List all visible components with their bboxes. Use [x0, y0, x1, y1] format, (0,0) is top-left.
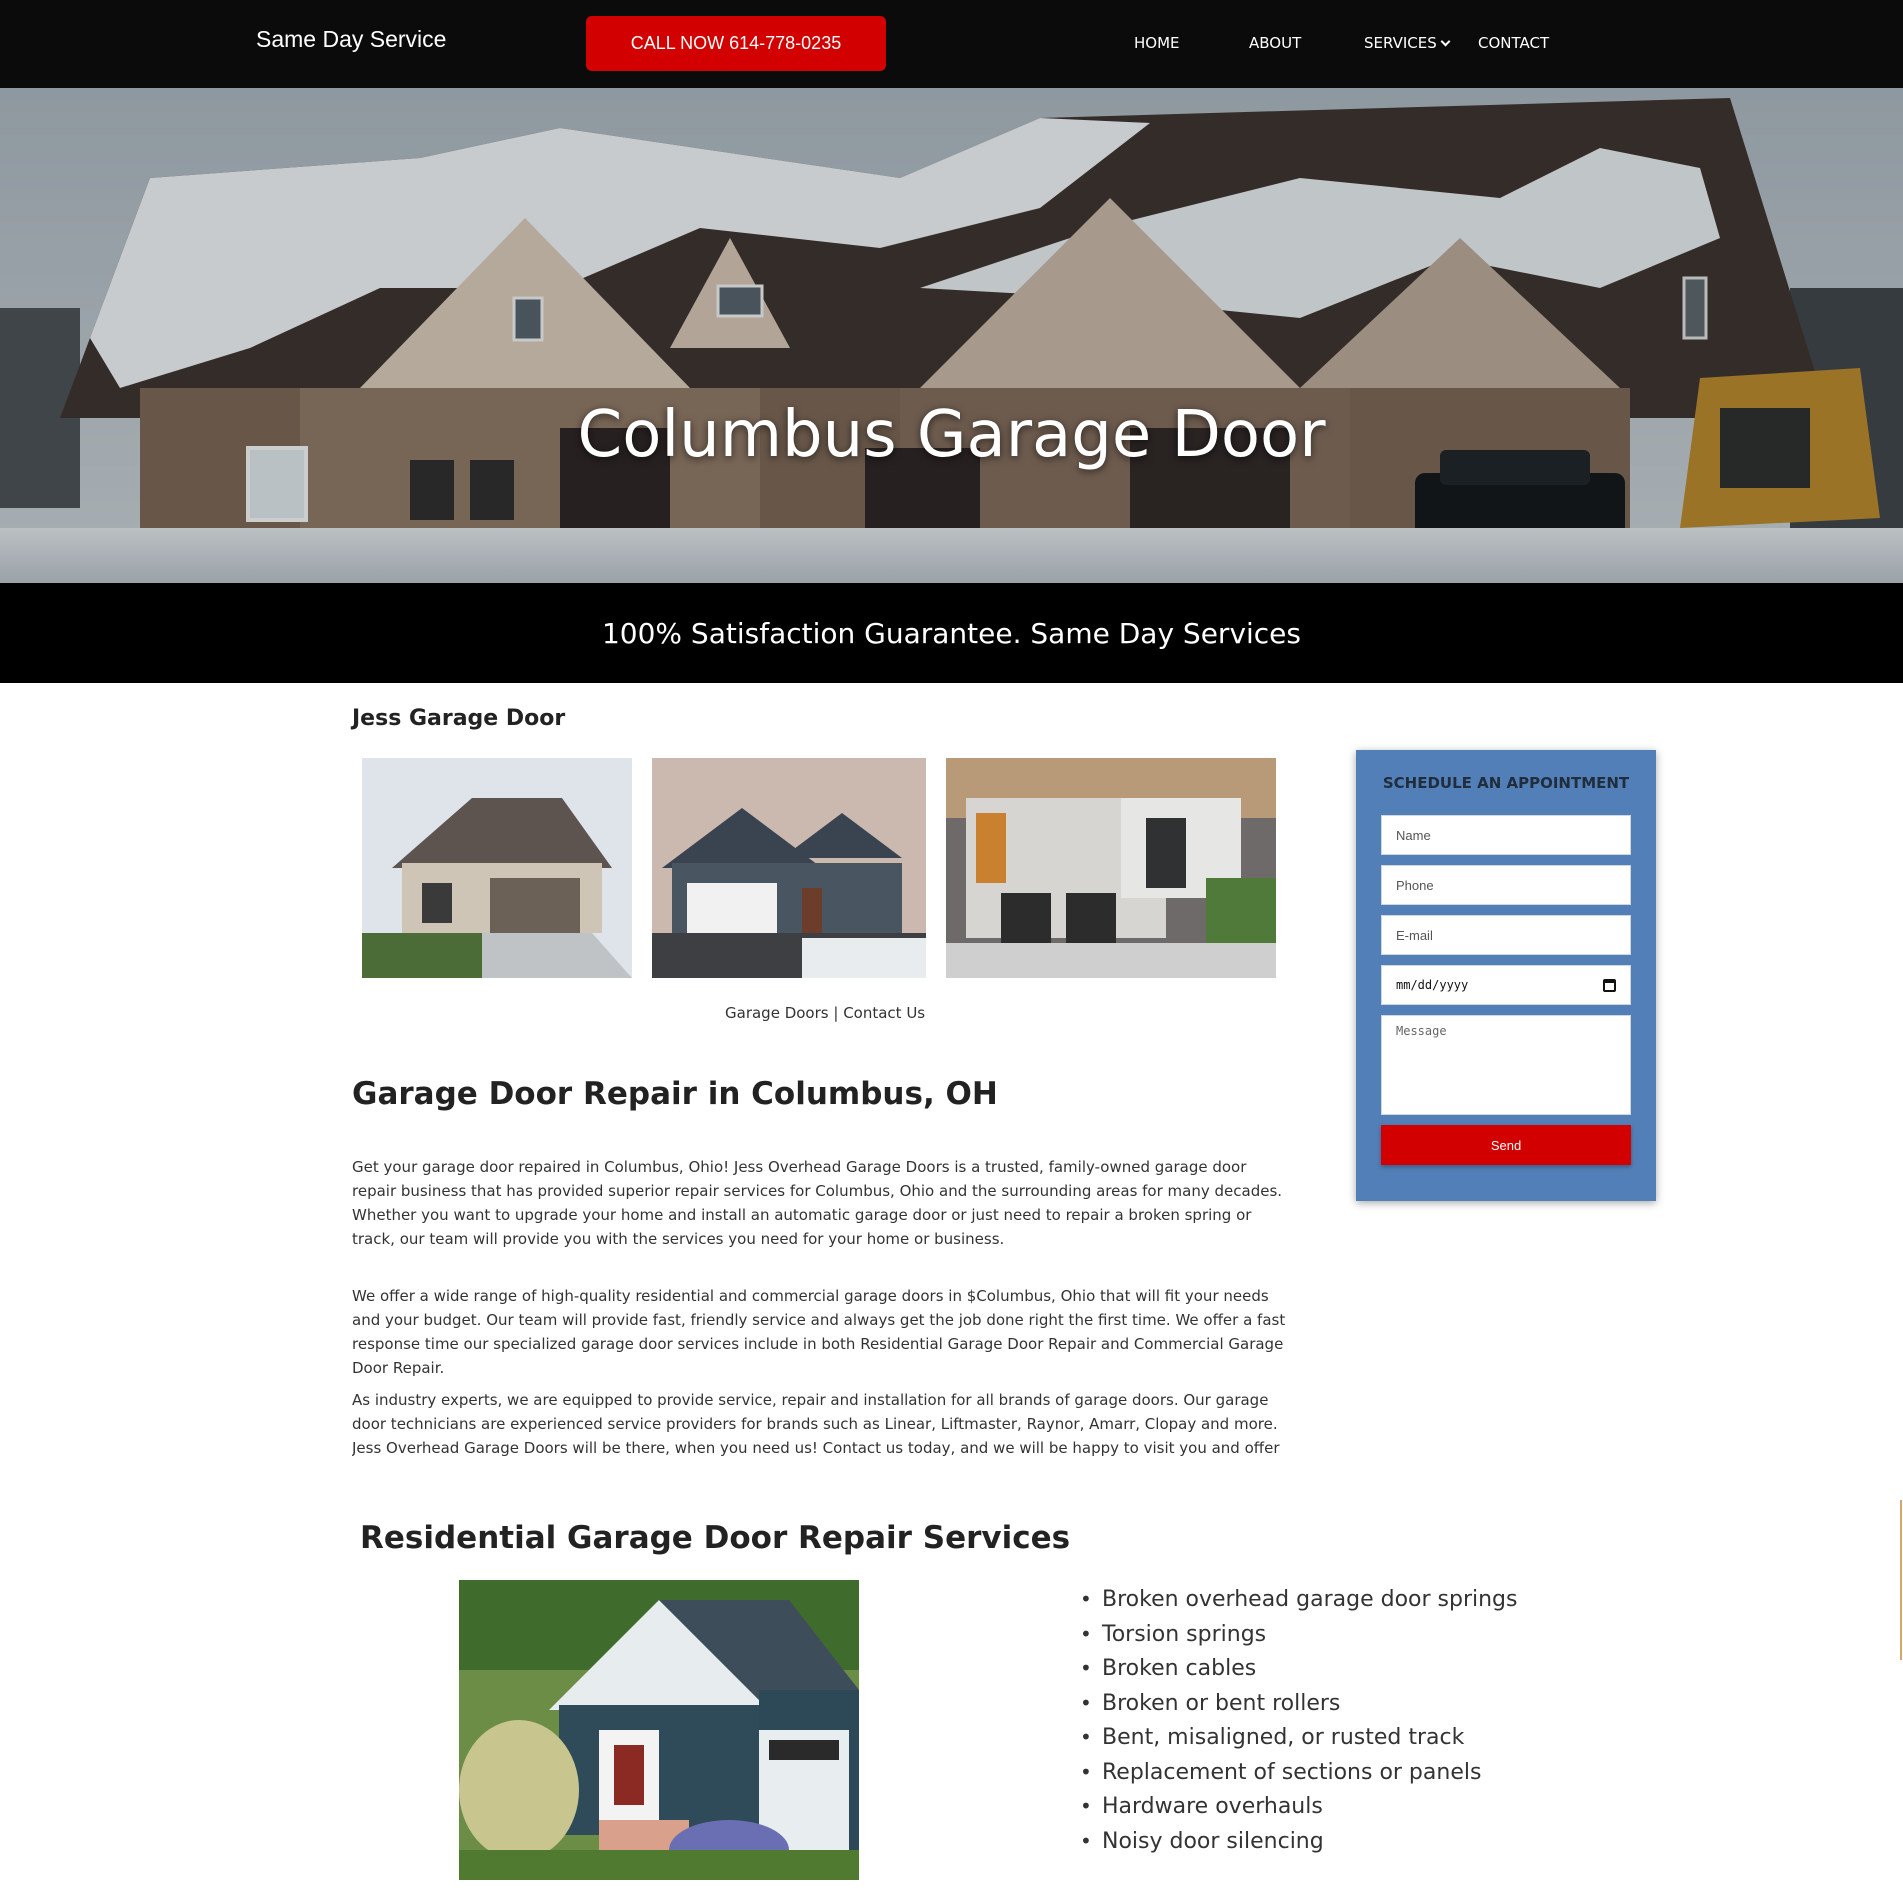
gallery-image-3 [946, 758, 1276, 978]
gallery-image-2 [652, 758, 926, 978]
quick-links: Garage Doors | Contact Us [725, 1004, 925, 1022]
contact-us-link[interactable]: Contact Us [843, 1004, 925, 1022]
send-button[interactable]: Send [1381, 1125, 1631, 1165]
gallery-image-1 [362, 758, 632, 978]
nav-about[interactable]: ABOUT [1249, 34, 1301, 52]
hero-section: Columbus Garage Door [0, 88, 1903, 583]
email-field[interactable]: E-mail [1381, 915, 1631, 955]
nav-services-label: SERVICES [1364, 34, 1437, 52]
name-field[interactable]: Name [1381, 815, 1631, 855]
repair-heading: Garage Door Repair in Columbus, OH [352, 1076, 998, 1112]
phone-field[interactable]: Phone [1381, 865, 1631, 905]
business-subtitle: Jess Garage Door [352, 706, 566, 731]
date-placeholder: mm/dd/yyyy [1396, 978, 1469, 992]
list-item: Broken overhead garage door springs [1080, 1582, 1517, 1617]
garage-doors-link[interactable]: Garage Doors [725, 1004, 829, 1022]
nav-contact[interactable]: CONTACT [1478, 34, 1549, 52]
list-item: Noisy door silencing [1080, 1824, 1517, 1859]
nav-services[interactable]: SERVICES [1364, 34, 1451, 52]
intro-paragraph: Get your garage door repaired in Columbu… [352, 1158, 1283, 1248]
hero-house-image [0, 88, 1903, 583]
scroll-edge-indicator [1900, 1500, 1902, 1660]
list-item: Broken or bent rollers [1080, 1686, 1517, 1721]
experts-paragraph: As industry experts, we are equipped to … [352, 1391, 1280, 1457]
message-field[interactable]: Message [1381, 1015, 1631, 1115]
calendar-icon[interactable] [1603, 978, 1616, 992]
call-now-button[interactable]: CALL NOW 614-778-0235 [586, 16, 886, 71]
hero-title: Columbus Garage Door [577, 398, 1326, 472]
site-header: Same Day Service CALL NOW 614-778-0235 H… [0, 0, 1903, 88]
list-item: Replacement of sections or panels [1080, 1755, 1517, 1790]
list-item: Hardware overhauls [1080, 1789, 1517, 1824]
appointment-form: SCHEDULE AN APPOINTMENT Name Phone E-mai… [1356, 750, 1656, 1201]
nav-home[interactable]: HOME [1134, 34, 1180, 52]
guarantee-banner: 100% Satisfaction Guarantee. Same Day Se… [0, 583, 1903, 683]
site-brand[interactable]: Same Day Service [256, 26, 446, 53]
date-field[interactable]: mm/dd/yyyy [1381, 965, 1631, 1005]
offer-paragraph: We offer a wide range of high-quality re… [352, 1287, 1286, 1377]
list-item: Broken cables [1080, 1651, 1517, 1686]
residential-services-list: Broken overhead garage door springs Tors… [1080, 1582, 1517, 1858]
chevron-down-icon [1440, 36, 1451, 47]
list-item: Bent, misaligned, or rusted track [1080, 1720, 1517, 1755]
list-item: Torsion springs [1080, 1617, 1517, 1652]
form-title: SCHEDULE AN APPOINTMENT [1382, 774, 1630, 792]
link-separator: | [828, 1004, 844, 1022]
residential-image [459, 1580, 859, 1880]
residential-heading: Residential Garage Door Repair Services [360, 1520, 1071, 1556]
